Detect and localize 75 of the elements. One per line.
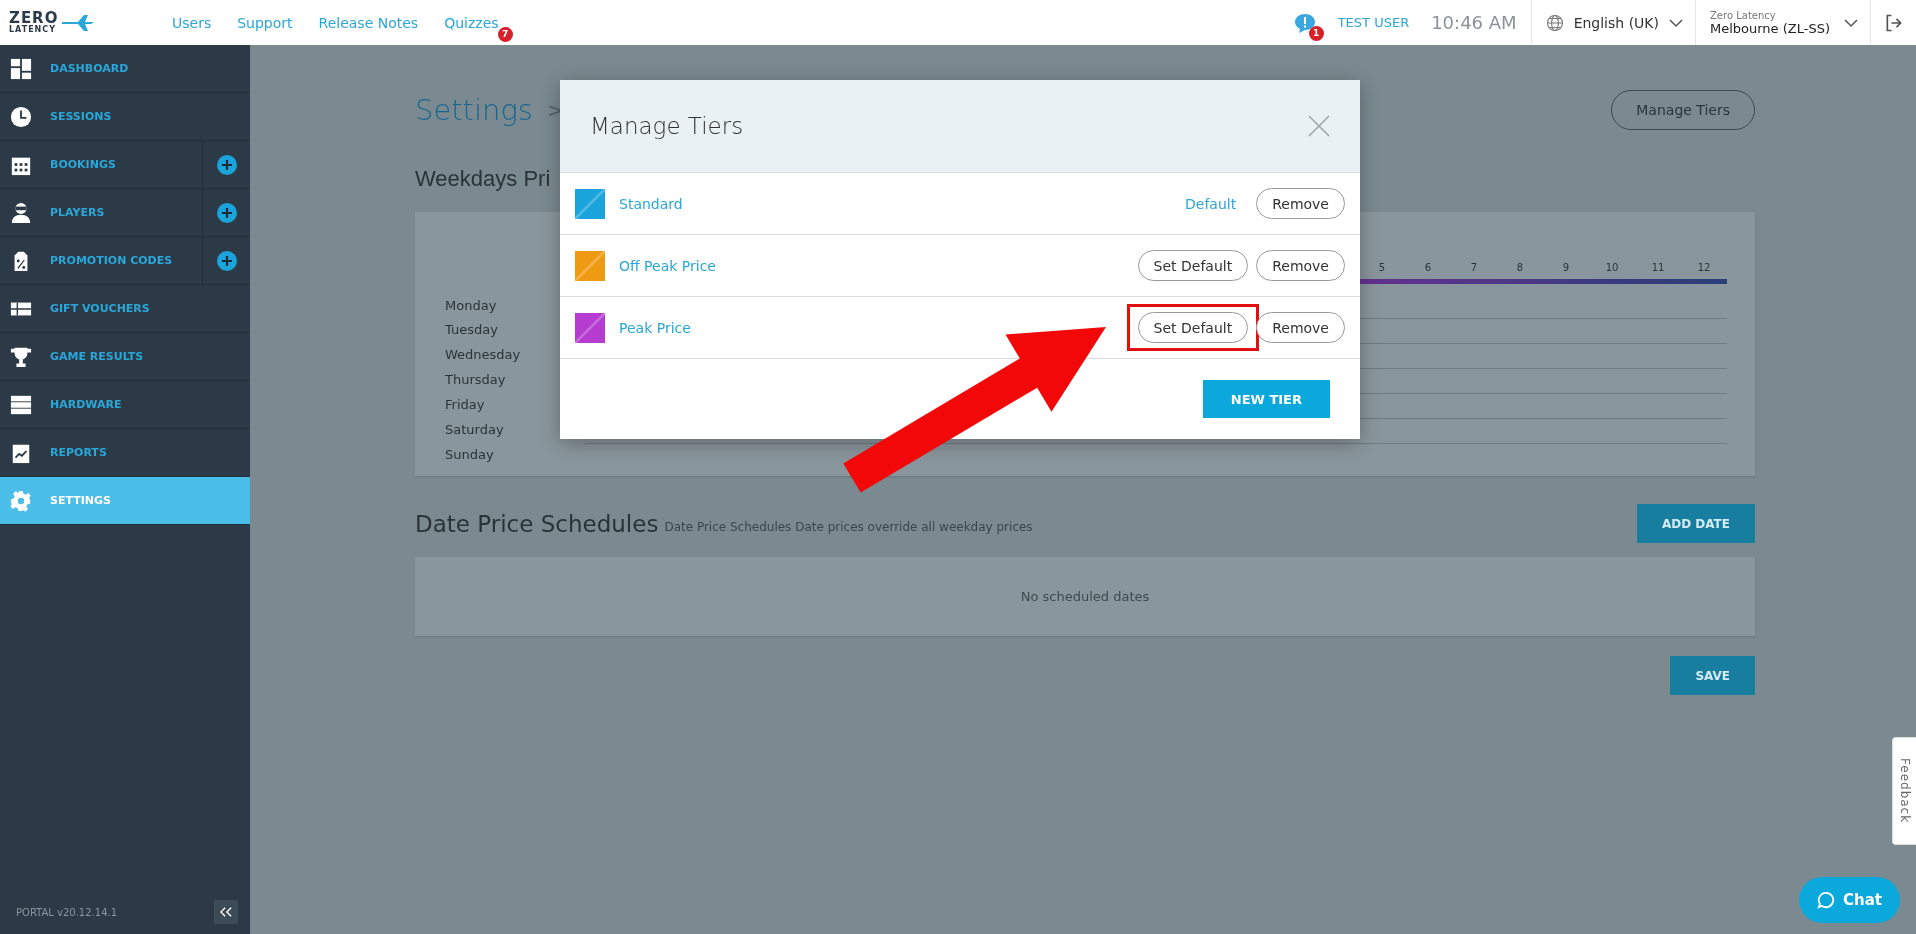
section-title: Date Price Schedules (415, 510, 659, 537)
new-tier-button[interactable]: NEW TIER (1202, 380, 1330, 418)
sidebar-item[interactable]: DASHBOARD (0, 45, 250, 92)
sidebar-item[interactable]: HARDWARE (0, 381, 250, 428)
logo[interactable]: ZERO LATENCY (9, 11, 159, 34)
server-icon (10, 393, 32, 416)
dialog-title: Manage Tiers (590, 113, 744, 139)
day-label: Friday (445, 396, 486, 414)
set-default-button[interactable]: Set Default (1137, 312, 1249, 343)
sidebar-item[interactable]: REPORTS (0, 429, 250, 476)
day-label: Saturday (445, 421, 505, 439)
remove-button[interactable]: Remove (1256, 250, 1345, 281)
plus-icon (216, 202, 237, 223)
day-label: Tuesday (445, 321, 499, 339)
hour-label: 12 (1696, 262, 1712, 273)
dashboard-icon (10, 57, 32, 80)
nav-link[interactable]: Support (237, 14, 293, 31)
sidebar-item[interactable]: PROMOTION CODES (0, 237, 202, 284)
remove-button[interactable]: Remove (1256, 188, 1345, 219)
globe-icon (1545, 13, 1564, 32)
close-icon (1308, 115, 1330, 137)
day-label: Wednesday (445, 346, 522, 364)
day-label: Thursday (445, 371, 507, 389)
day-label: Sunday (445, 446, 495, 464)
chevron-down-icon (1844, 17, 1858, 28)
add-date-button[interactable]: ADD DATE (1636, 504, 1755, 543)
speech-bubble-icon (1293, 12, 1316, 33)
speech-bubble-icon (1817, 891, 1835, 909)
section-description: Date Price Schedules Date prices override all weekday prices (664, 519, 1033, 534)
collapse-sidebar-button[interactable] (214, 900, 238, 924)
section-title: Weekdays Pri (415, 166, 552, 192)
save-button[interactable]: SAVE (1670, 656, 1755, 695)
hour-label: 8 (1515, 262, 1525, 273)
hour-label: 5 (1377, 262, 1387, 273)
nav-link[interactable]: Quizzes (444, 14, 499, 31)
player-icon (10, 201, 32, 224)
day-label: Monday (445, 297, 498, 315)
sidebar-item[interactable]: SETTINGS (0, 477, 250, 524)
count-badge: 1 (1308, 25, 1324, 41)
sidebar-item[interactable]: GAME RESULTS (0, 333, 250, 380)
chat-button[interactable]: Chat (1799, 877, 1900, 923)
nav-link[interactable]: Release Notes (318, 14, 419, 31)
tier-name-link[interactable]: Off Peak Price (619, 257, 716, 274)
sidebar-item[interactable]: GIFT VOUCHERS (0, 285, 250, 332)
sidebar-item[interactable]: PLAYERS (0, 189, 202, 236)
hour-label: 10 (1604, 262, 1620, 273)
remove-button[interactable]: Remove (1256, 312, 1345, 343)
empty-message: No scheduled dates (1020, 589, 1150, 604)
hour-label: 11 (1650, 262, 1666, 273)
sidebar-item[interactable]: SESSIONS (0, 93, 250, 140)
feedback-tab[interactable]: Feedback (1892, 737, 1916, 845)
logo-text: LATENCY (9, 26, 57, 34)
clock-icon (10, 105, 32, 128)
user-name[interactable]: TEST USER (1337, 15, 1410, 30)
plus-icon (216, 154, 237, 175)
default-label: Default (1185, 195, 1237, 212)
location-name: Melbourne (ZL-SS) (1710, 20, 1830, 36)
hour-label: 9 (1561, 262, 1571, 273)
clock-time: 10:46 AM (1431, 12, 1517, 33)
hour-label: 7 (1469, 262, 1479, 273)
tier-name-link[interactable]: Peak Price (619, 319, 691, 336)
trophy-icon (10, 345, 32, 368)
chevron-down-icon (1669, 17, 1683, 28)
company-name: Zero Latency (1710, 9, 1777, 21)
count-badge: 7 (497, 26, 513, 42)
set-default-button[interactable]: Set Default (1137, 250, 1249, 281)
logo-text: ZERO (9, 11, 59, 26)
double-chevron-left-icon (220, 906, 232, 918)
hour-label: 6 (1423, 262, 1433, 273)
sidebar-item[interactable]: BOOKINGS (0, 141, 202, 188)
nav-link[interactable]: Users (172, 14, 212, 31)
settings-icon (10, 489, 32, 512)
plus-icon (216, 250, 237, 271)
tier-name-link[interactable]: Standard (619, 195, 683, 212)
version-text: PORTAL v20.12.14.1 (16, 906, 118, 918)
